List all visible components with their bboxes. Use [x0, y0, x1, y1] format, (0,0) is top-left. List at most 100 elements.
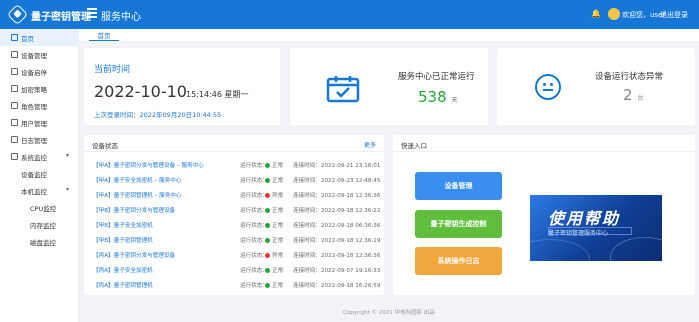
sidebar-item-cpu-monitor[interactable]: CPU监控: [0, 199, 79, 216]
service-days-unit: 天: [451, 97, 458, 104]
connection-label: 连接时间：: [293, 223, 321, 229]
home-icon: [11, 34, 18, 41]
lock-icon: [11, 85, 18, 92]
role-icon: [11, 102, 18, 109]
sidebar-item-role-management[interactable]: 角色管理: [0, 97, 79, 114]
sidebar-item-device-monitor[interactable]: 设备监控: [0, 165, 79, 182]
operation-log-button[interactable]: 系统操作日志: [415, 247, 502, 275]
chevron-down-icon: ▾: [66, 152, 70, 159]
connection-label: 连接时间：: [293, 163, 321, 169]
connection-time-value: 2022-09-18 06:36:36: [320, 223, 381, 229]
connection-label: 连接时间：: [293, 208, 321, 214]
status-dot-icon: [265, 267, 270, 273]
page-section-title: 服务中心: [101, 12, 141, 23]
device-name-link[interactable]: 【丙A】量子密钥分发与管理设备: [93, 251, 175, 259]
connection-label: 连接时间：: [293, 268, 321, 274]
help-banner-title: 使用帮助: [548, 209, 621, 228]
status-dot-icon: [265, 252, 270, 258]
status-dot-icon: [265, 222, 270, 228]
device-row[interactable]: 【甲A】量子密钥分发与管理设备 – 服务中心 运行状态： 正常 连接时间：2022-0…: [84, 159, 384, 170]
menu-toggle-icon[interactable]: [87, 8, 97, 18]
device-row[interactable]: 【甲B】量子密钥分发与管理设备 运行状态： 正常 连接时间：2022-09-18 12…: [84, 204, 384, 215]
status-label: 运行状态：: [240, 193, 268, 199]
device-name-link[interactable]: 【丙A】量子密钥管理机: [93, 281, 153, 289]
more-link[interactable]: 更多: [364, 140, 376, 149]
status-dot-icon: [265, 282, 270, 288]
device-status-panel: 设备状态 更多 【甲A】量子密钥分发与管理设备 – 服务中心 运行状态： 正常 连接时…: [84, 135, 384, 295]
current-date: 2022-10-10: [94, 82, 187, 101]
device-row[interactable]: 【丙A】量子密钥分发与管理设备 运行状态： 异常 连接时间：2022-09-18 12…: [84, 249, 384, 260]
avatar[interactable]: [608, 8, 620, 20]
sidebar-item-memory-monitor[interactable]: 内存监控: [0, 216, 79, 233]
chevron-down-icon: ▾: [66, 186, 70, 193]
status-dot-icon: [265, 177, 270, 183]
sidebar-item-home[interactable]: 首页: [0, 29, 79, 46]
logout-link[interactable]: 退出登录: [660, 10, 688, 20]
device-row[interactable]: 【甲A】量子安全加密机 – 服务中心 运行状态： 正常 连接时间：2022-09-23…: [84, 174, 384, 185]
quick-entry-panel: 快速入口 设备管理 量子密钥生成控制 系统操作日志 使用帮助 量子密钥管理服务中…: [393, 135, 695, 295]
device-management-button[interactable]: 设备管理: [415, 172, 502, 200]
main-content: 当前时间 2022-10-10 15:14:46 星期一 上次登录时间：2022…: [79, 41, 699, 322]
device-name-link[interactable]: 【甲B】量子安全加密机: [93, 221, 153, 229]
device-status-title: 设备状态: [92, 142, 118, 150]
device-row[interactable]: 【甲B】量子安全加密机 运行状态： 正常 连接时间：2022-09-18 06:36:…: [84, 219, 384, 230]
sidebar-item-local-monitor[interactable]: 本机监控 ▾: [0, 182, 79, 199]
sidebar-item-user-management[interactable]: 用户管理: [0, 114, 79, 131]
device-name-link[interactable]: 【甲B】量子密钥管理机: [93, 236, 153, 244]
status-value: 异常: [272, 193, 284, 199]
sidebar-item-device-startstop[interactable]: 设备启停: [0, 63, 79, 80]
abnormal-count-value: 2: [623, 86, 633, 104]
service-title: 服务中心已正常运行: [398, 72, 475, 82]
status-value: 正常: [272, 268, 284, 274]
connection-time-value: 2022-09-18 16:26:59: [320, 283, 381, 289]
connection-time-value: 2022-09-07 19:16:33: [320, 268, 381, 274]
help-banner[interactable]: 使用帮助 量子密钥管理服务中心: [530, 195, 662, 261]
sidebar-item-system-monitor[interactable]: 系统监控 ▾: [0, 148, 79, 165]
bell-icon[interactable]: 🔔: [591, 9, 601, 18]
time-card: 当前时间 2022-10-10 15:14:46 星期一 上次登录时间：2022…: [84, 48, 280, 125]
connection-label: 连接时间：: [293, 238, 321, 244]
sidebar-item-disk-monitor[interactable]: 磁盘监控: [0, 233, 79, 250]
device-row[interactable]: 【丙A】量子密钥管理机 运行状态： 正常 连接时间：2022-09-18 16:26:…: [84, 279, 384, 290]
status-value: 正常: [272, 163, 284, 169]
sidebar-item-encryption-policy[interactable]: 加密策略: [0, 80, 79, 97]
connection-time-value: 2022-09-23 12:48:45: [320, 178, 381, 184]
device-name-link[interactable]: 【丙A】量子安全加密机: [93, 266, 153, 274]
device-name-link[interactable]: 【甲A】量子安全加密机 – 服务中心: [93, 176, 182, 184]
status-value: 正常: [272, 178, 284, 184]
tab-bar: 首页: [79, 29, 699, 41]
device-row[interactable]: 【丙A】量子安全加密机 运行状态： 正常 连接时间：2022-09-07 19:16:…: [84, 264, 384, 275]
quick-entry-header: 快速入口: [393, 135, 695, 152]
device-row[interactable]: 【甲B】量子密钥管理机 运行状态： 正常 连接时间：2022-09-18 12:36:…: [84, 234, 384, 245]
status-label: 运行状态：: [240, 178, 268, 184]
sidebar-item-device-management[interactable]: 设备管理: [0, 46, 79, 63]
key-generation-button[interactable]: 量子密钥生成控制: [415, 210, 502, 238]
abnormal-count: 2 台: [623, 86, 643, 104]
abnormal-title: 设备运行状态异常: [595, 72, 664, 82]
status-dot-icon: [265, 207, 270, 213]
connection-time: 连接时间：2022-09-18 12:36:36: [293, 191, 380, 199]
status-dot-icon: [265, 192, 270, 198]
device-name-link[interactable]: 【甲B】量子密钥分发与管理设备: [93, 206, 175, 214]
device-name-link[interactable]: 【甲A】量子密钥分发与管理设备 – 服务中心: [93, 161, 204, 169]
connection-time-value: 2022-09-18 12:36:19: [320, 238, 381, 244]
last-login: 上次登录时间：2022年09月20日10:44:55: [94, 111, 222, 119]
neutral-face-icon: [535, 74, 561, 100]
abnormal-card: 设备运行状态异常 2 台: [497, 48, 695, 125]
log-icon: [11, 136, 18, 143]
sidebar-item-log-management[interactable]: 日志管理: [0, 131, 79, 148]
service-days-value: 538: [418, 88, 447, 106]
connection-time-value: 2022-09-18 12:36:36: [320, 253, 381, 259]
connection-label: 连接时间：: [293, 253, 321, 259]
status-label: 运行状态：: [240, 163, 268, 169]
tab-home[interactable]: 首页: [89, 29, 119, 41]
welcome-text[interactable]: 欢迎您，user: [622, 10, 665, 20]
connection-time-value: 2022-09-21 23:16:01: [320, 163, 381, 169]
top-bar: 量子密钥管理 服务中心 🔔 欢迎您，user 退出登录: [0, 0, 699, 29]
connection-time: 连接时间：2022-09-21 23:16:01: [293, 161, 380, 169]
status-label: 运行状态：: [240, 238, 268, 244]
device-name-link[interactable]: 【甲A】量子密钥管理机 – 服务中心: [93, 191, 182, 199]
device-row[interactable]: 【甲A】量子密钥管理机 – 服务中心 运行状态： 异常 连接时间：2022-09-18…: [84, 189, 384, 200]
status-label: 运行状态：: [240, 253, 268, 259]
service-card: 服务中心已正常运行 538 天: [290, 48, 488, 125]
